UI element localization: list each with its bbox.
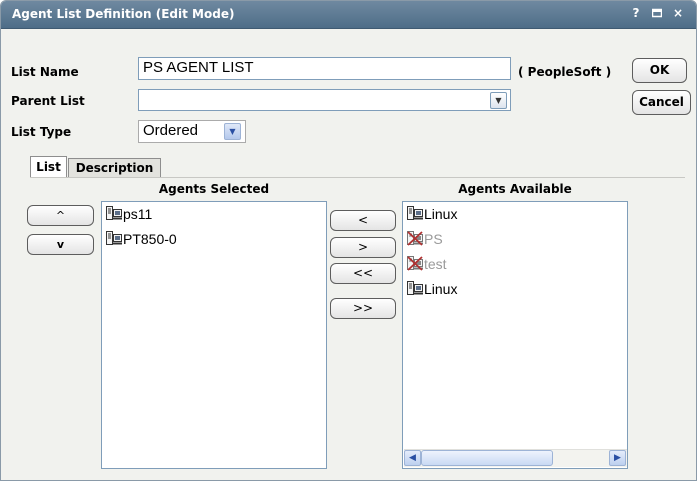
- title-bar[interactable]: Agent List Definition (Edit Mode) ? ×: [1, 1, 696, 29]
- agent-icon: [407, 205, 423, 225]
- list-item[interactable]: test: [407, 255, 447, 273]
- agent-name: PT850-0: [123, 231, 177, 247]
- list-type-label: List Type: [11, 125, 72, 139]
- list-name-input[interactable]: PS AGENT LIST: [138, 57, 511, 80]
- close-icon[interactable]: ×: [671, 6, 685, 20]
- agent-name: ps11: [123, 206, 153, 222]
- help-icon[interactable]: ?: [629, 6, 643, 20]
- add-one-button[interactable]: <: [330, 210, 396, 231]
- agent-name: Linux: [424, 206, 458, 222]
- agents-selected-header: Agents Selected: [158, 182, 270, 196]
- move-up-button[interactable]: ^: [27, 205, 94, 226]
- agent-name: Linux: [424, 281, 458, 297]
- agent-icon: [407, 280, 423, 300]
- list-name-label: List Name: [11, 65, 79, 79]
- window-title: Agent List Definition (Edit Mode): [12, 7, 235, 21]
- agents-selected-list[interactable]: ps11 PT850-0: [101, 201, 327, 469]
- list-item[interactable]: Linux: [407, 280, 457, 298]
- agent-offline-icon: [407, 255, 423, 275]
- agent-icon: [106, 205, 122, 225]
- tab-list[interactable]: List: [30, 156, 67, 178]
- scroll-right-icon[interactable]: ▶: [609, 450, 626, 466]
- parent-list-label: Parent List: [11, 94, 85, 108]
- list-item[interactable]: Linux: [407, 205, 457, 223]
- parent-list-select[interactable]: [138, 89, 511, 111]
- list-item[interactable]: ps11: [106, 205, 152, 223]
- source-label: ( PeopleSoft ): [518, 65, 612, 79]
- agent-offline-icon: [407, 230, 423, 250]
- tab-description[interactable]: Description: [68, 158, 161, 178]
- scroll-thumb[interactable]: [421, 450, 553, 466]
- horizontal-scrollbar[interactable]: ◀ ▶: [404, 449, 627, 467]
- restore-icon[interactable]: [650, 6, 664, 21]
- ok-button[interactable]: OK: [632, 58, 687, 83]
- add-all-button[interactable]: <<: [330, 263, 396, 284]
- list-item[interactable]: PT850-0: [106, 230, 177, 248]
- agent-icon: [106, 230, 122, 250]
- agent-name: test: [424, 256, 447, 272]
- agent-name: PS: [424, 231, 443, 247]
- agents-available-list[interactable]: Linux PS test Linux ◀ ▶: [402, 201, 628, 469]
- cancel-button[interactable]: Cancel: [632, 90, 691, 115]
- scroll-left-icon[interactable]: ◀: [404, 450, 421, 466]
- move-down-button[interactable]: v: [27, 234, 94, 255]
- remove-one-button[interactable]: >: [330, 237, 396, 258]
- parent-list-dropdown-icon[interactable]: ▼: [490, 92, 507, 109]
- agent-list-dialog: Agent List Definition (Edit Mode) ? × Li…: [0, 0, 697, 481]
- list-type-dropdown-icon[interactable]: ▼: [224, 123, 241, 140]
- list-item[interactable]: PS: [407, 230, 443, 248]
- remove-all-button[interactable]: >>: [330, 298, 396, 319]
- tab-divider: [30, 177, 685, 178]
- agents-available-header: Agents Available: [458, 182, 572, 196]
- list-type-value: Ordered: [143, 122, 199, 139]
